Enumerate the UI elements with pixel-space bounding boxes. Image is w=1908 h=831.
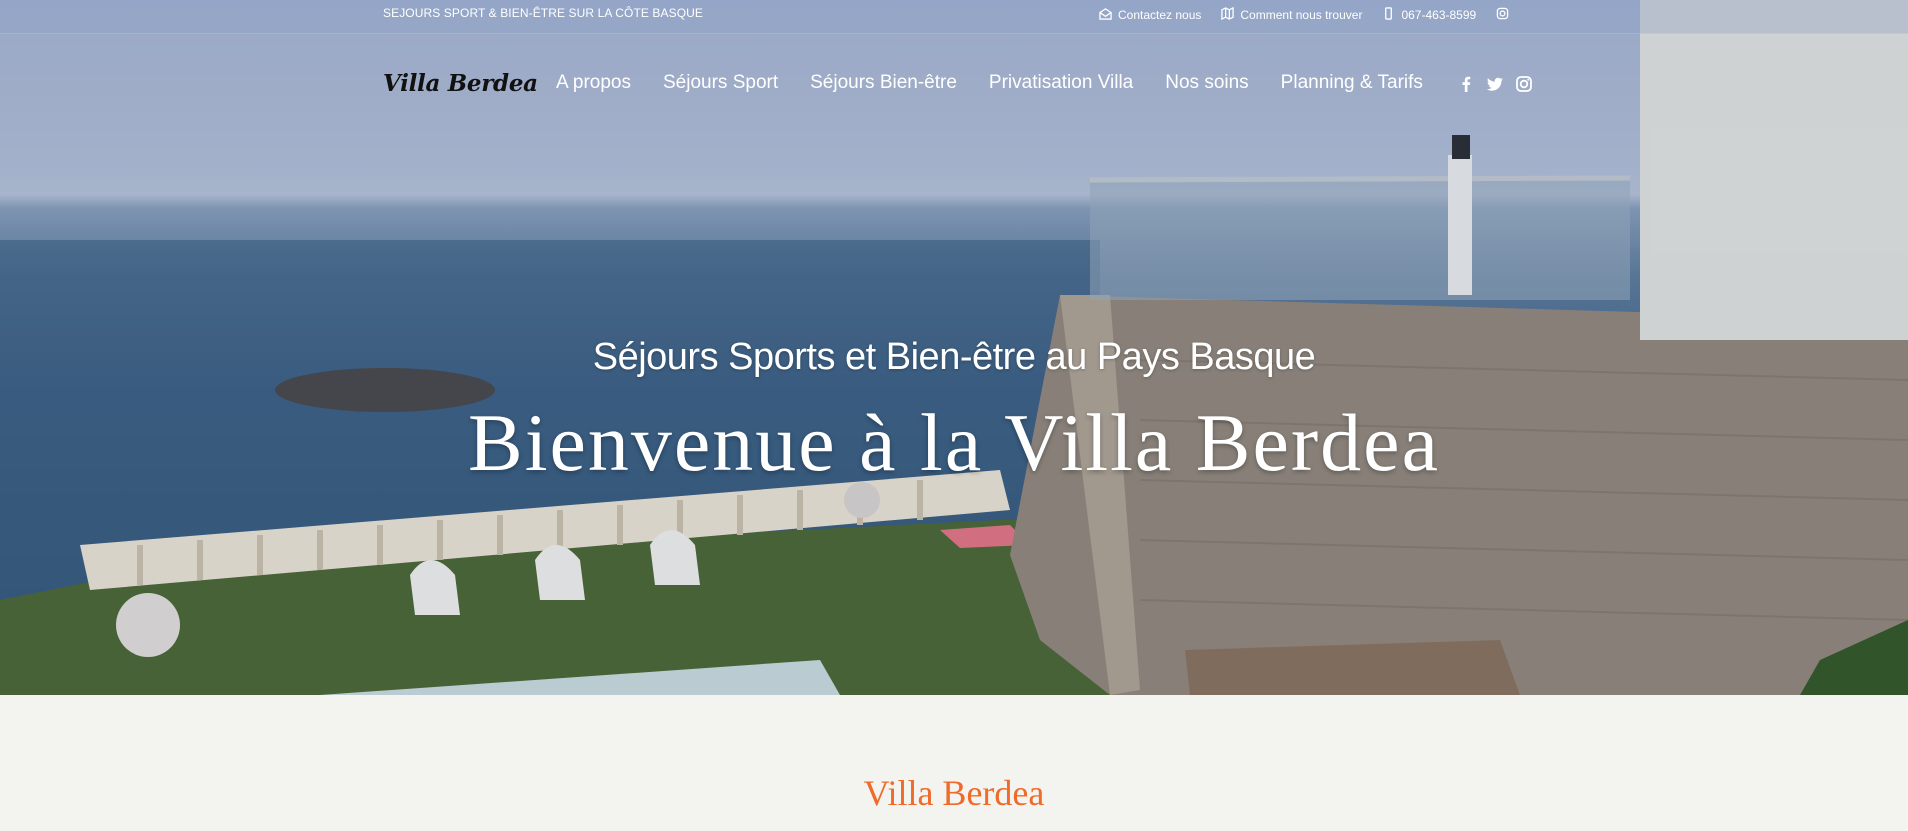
nav-item-sejours-sport[interactable]: Séjours Sport (663, 72, 778, 94)
nav-item-planning-tarifs[interactable]: Planning & Tarifs (1281, 72, 1423, 94)
hero-subtitle: Séjours Sports et Bien-être au Pays Basq… (592, 336, 1316, 378)
hero-headline: Bienvenue à la Villa Berdea (468, 397, 1440, 488)
top-bar: SEJOURS SPORT & BIEN-ÊTRE SUR LA CÔTE BA… (0, 0, 1908, 34)
mobile-phone-icon (1382, 7, 1395, 23)
phone-link[interactable]: 067-463-8599 (1382, 7, 1476, 23)
nav-item-privatisation-villa[interactable]: Privatisation Villa (989, 72, 1133, 94)
nav-menu: A propos Séjours Sport Séjours Bien-être… (556, 72, 1423, 94)
section-title: Villa Berdea (863, 773, 1045, 813)
map-icon (1221, 6, 1235, 23)
envelope-icon (1099, 7, 1112, 23)
facebook-icon[interactable] (1457, 75, 1475, 93)
directions-link[interactable]: Comment nous trouver (1221, 6, 1363, 23)
instagram-icon[interactable] (1515, 75, 1533, 93)
phone-number: 067-463-8599 (1401, 8, 1477, 22)
site-tagline: SEJOURS SPORT & BIEN-ÊTRE SUR LA CÔTE BA… (383, 6, 704, 20)
directions-link-label: Comment nous trouver (1240, 8, 1363, 22)
contact-link[interactable]: Contactez nous (1099, 7, 1201, 23)
nav-item-nos-soins[interactable]: Nos soins (1165, 72, 1248, 94)
site-logo[interactable]: Villa Berdea (383, 70, 538, 97)
contact-link-label: Contactez nous (1118, 8, 1202, 22)
instagram-link-top[interactable] (1496, 7, 1509, 23)
main-navigation: Villa Berdea A propos Séjours Sport Séjo… (0, 62, 1908, 104)
social-links (1457, 75, 1533, 93)
top-bar-links: Contactez nous Comment nous trouver 067-… (1099, 6, 1509, 23)
nav-item-sejours-bien-etre[interactable]: Séjours Bien-être (810, 72, 957, 94)
twitter-icon[interactable] (1486, 75, 1504, 93)
instagram-icon (1496, 7, 1509, 23)
nav-item-a-propos[interactable]: A propos (556, 72, 631, 94)
